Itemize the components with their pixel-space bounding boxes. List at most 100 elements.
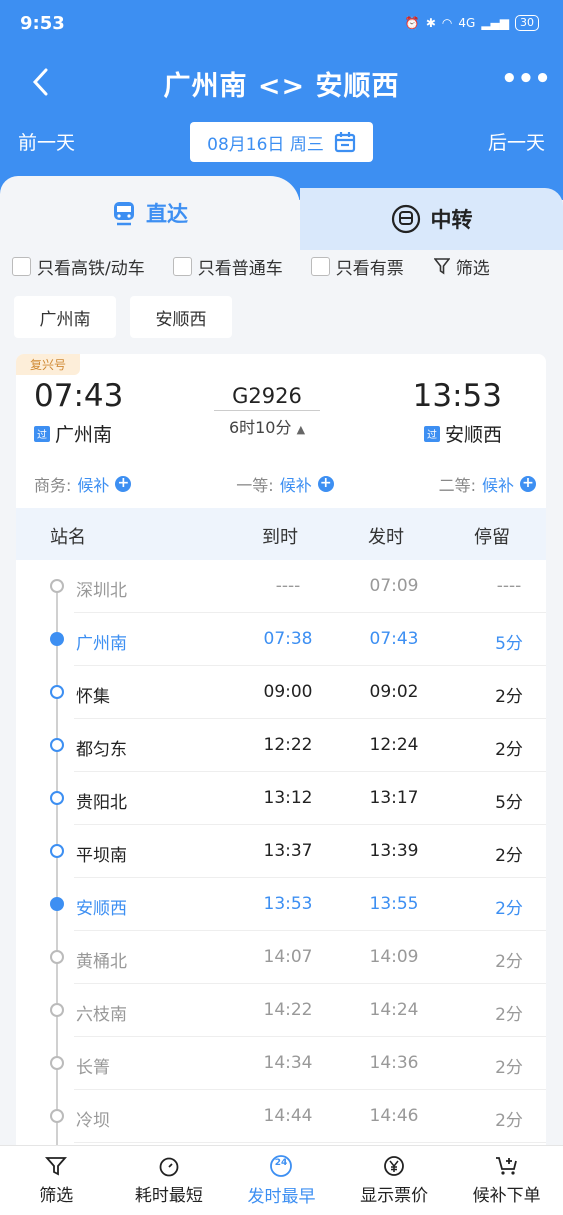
high-speed-label: 只看高铁/动车 xyxy=(37,258,145,279)
arrive-time: 12:22 xyxy=(263,735,313,755)
timeline-dot xyxy=(50,791,64,805)
header-bar: 9:53 ⏰ ✱ ◠ 4G ▂▄▆ 30 广州南 <> 安顺西 ••• 前一天 … xyxy=(0,0,563,200)
table-row: 冷坝 14:44 14:46 2分 xyxy=(74,1090,546,1143)
back-button[interactable] xyxy=(22,64,58,100)
arrive-time: 13:53 xyxy=(263,894,313,914)
arrive-time: 09:00 xyxy=(263,682,313,702)
show-price-label: 显示票价 xyxy=(360,1186,429,1206)
sort-shortest-button[interactable]: 耗时最短 xyxy=(113,1146,226,1215)
sort-earliest-button[interactable]: 发时最早 xyxy=(225,1146,338,1215)
bluetooth-icon: ✱ xyxy=(425,16,436,30)
arrive-time: 13:37 xyxy=(263,841,313,861)
depart-time: 07:43 xyxy=(369,629,419,649)
table-row: 平坝南 13:37 13:39 2分 xyxy=(74,825,546,878)
header-stop: 停留 xyxy=(474,527,510,548)
alarm-icon: ⏰ xyxy=(404,16,420,30)
timeline-dot xyxy=(50,1003,64,1017)
tab-direct[interactable]: 直达 xyxy=(0,176,300,250)
arrival-station: 过 安顺西 xyxy=(423,420,502,447)
station-name: 冷坝 xyxy=(76,1111,110,1131)
table-row: 六枝南 14:22 14:24 2分 xyxy=(74,984,546,1037)
seat-first-class[interactable]: 一等: 候补 + xyxy=(236,472,334,496)
station-name: 长箐 xyxy=(76,1058,110,1078)
battery-indicator: 30 xyxy=(515,15,539,31)
filter-icon xyxy=(433,258,450,275)
filter-button[interactable]: 筛选 xyxy=(433,254,490,279)
date-row: 前一天 08月16日 周三 后一天 xyxy=(0,122,563,162)
high-speed-checkbox[interactable]: 只看高铁/动车 xyxy=(12,254,145,279)
arrive-time: 14:07 xyxy=(263,947,313,967)
tab-bar: 中转 直达 xyxy=(0,176,563,250)
via-badge: 过 xyxy=(34,425,50,442)
table-row: 长箐 14:34 14:36 2分 xyxy=(74,1037,546,1090)
seat-value: 候补 xyxy=(279,476,312,495)
station-selector: 广州南 安顺西 xyxy=(14,296,232,338)
stop-duration: 2分 xyxy=(495,952,523,972)
date-picker[interactable]: 08月16日 周三 xyxy=(190,122,373,162)
normal-train-label: 只看普通车 xyxy=(197,258,283,279)
stop-duration: 2分 xyxy=(495,740,523,760)
timeline-dot xyxy=(50,844,64,858)
stops-table-header: 站名 到时 发时 停留 xyxy=(16,508,546,560)
waitlist-order-button[interactable]: 候补下单 xyxy=(450,1146,563,1215)
train-duration[interactable]: 6时10分 ▲ xyxy=(214,414,320,438)
seat-second-class[interactable]: 二等: 候补 + xyxy=(439,472,536,496)
stop-duration: 2分 xyxy=(495,1111,523,1131)
via-badge: 过 xyxy=(423,425,440,442)
train-icon xyxy=(114,202,134,226)
timeline-dot-active xyxy=(50,897,64,911)
more-button[interactable]: ••• xyxy=(501,64,551,100)
stop-duration: 2分 xyxy=(495,687,523,707)
depart-time: 09:02 xyxy=(369,682,419,702)
departure-station: 过 广州南 xyxy=(34,420,112,447)
header-station: 站名 xyxy=(50,527,86,548)
depart-time: 12:24 xyxy=(369,735,419,755)
station-name: 广州南 xyxy=(76,634,127,654)
stops-list: 深圳北 ---- 07:09 ---- 广州南 07:38 07:43 5分 怀… xyxy=(16,560,546,1143)
station-name: 安顺西 xyxy=(76,899,127,919)
stop-duration: 5分 xyxy=(495,793,523,813)
checkbox-box xyxy=(12,256,31,276)
page-title: 广州南 <> 安顺西 xyxy=(163,70,400,102)
next-day-button[interactable]: 后一天 xyxy=(488,128,545,155)
prev-day-button[interactable]: 前一天 xyxy=(18,128,75,155)
station-name: 平坝南 xyxy=(76,846,127,866)
depart-time: 13:39 xyxy=(369,841,419,861)
show-price-button[interactable]: 显示票价 xyxy=(338,1146,451,1215)
tab-transfer[interactable]: 中转 xyxy=(300,188,563,250)
stop-duration: 5分 xyxy=(495,634,523,654)
header-arrive: 到时 xyxy=(262,527,298,548)
checkbox-box xyxy=(172,256,192,276)
nav-bar: 广州南 <> 安顺西 ••• xyxy=(0,58,563,108)
from-station-button[interactable]: 广州南 xyxy=(14,296,116,338)
cart-plus-icon xyxy=(495,1157,517,1175)
plus-icon: + xyxy=(115,476,132,492)
stop-duration: 2分 xyxy=(495,846,523,866)
to-station-button[interactable]: 安顺西 xyxy=(130,296,232,338)
tab-transfer-label: 中转 xyxy=(430,208,473,232)
available-checkbox[interactable]: 只看有票 xyxy=(310,254,404,279)
table-row: 贵阳北 13:12 13:17 5分 xyxy=(74,772,546,825)
filter-label: 筛选 xyxy=(455,258,490,279)
plus-icon: + xyxy=(519,476,536,492)
bottom-filter-button[interactable]: 筛选 xyxy=(0,1146,113,1215)
filter-icon xyxy=(45,1157,68,1176)
stop-duration: 2分 xyxy=(495,899,523,919)
available-label: 只看有票 xyxy=(335,258,404,279)
plus-icon: + xyxy=(317,476,334,492)
seat-label: 商务: xyxy=(34,476,72,495)
depart-time: 14:09 xyxy=(369,947,419,967)
wifi-icon: ◠ xyxy=(441,16,453,30)
train-card[interactable]: 复兴号 07:43 过 广州南 G2926 6时10分 ▲ 13:53 过 安顺… xyxy=(16,354,546,1154)
table-row: 广州南 07:38 07:43 5分 xyxy=(74,613,546,666)
station-name: 都匀东 xyxy=(76,740,127,760)
station-name: 怀集 xyxy=(76,687,110,707)
timeline-dot xyxy=(50,685,64,699)
duration-value: 6时10分 xyxy=(228,418,292,437)
normal-train-checkbox[interactable]: 只看普通车 xyxy=(172,254,283,279)
tab-direct-label: 直达 xyxy=(146,202,188,226)
seat-business[interactable]: 商务: 候补 + xyxy=(34,472,132,496)
arrive-time: 07:38 xyxy=(263,629,313,649)
table-row: 都匀东 12:22 12:24 2分 xyxy=(74,719,546,772)
sort-earliest-label: 发时最早 xyxy=(247,1187,316,1207)
